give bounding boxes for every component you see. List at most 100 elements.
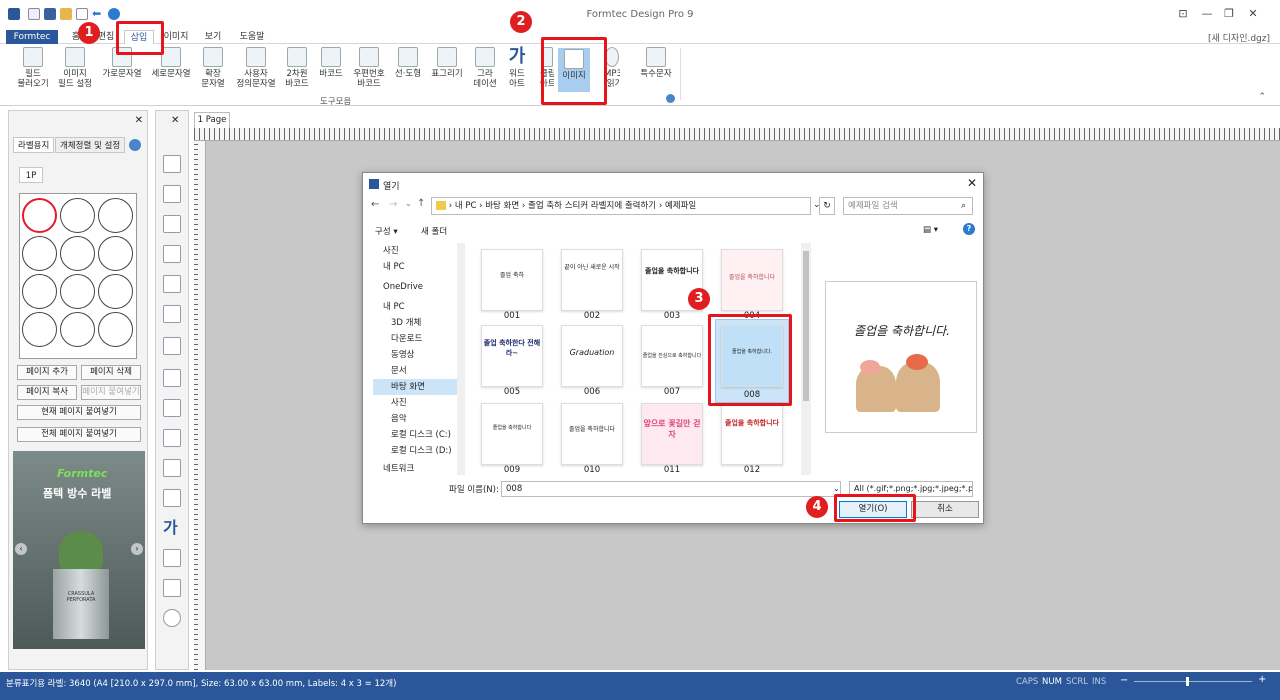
panel-next-icon[interactable]	[129, 139, 141, 151]
filename-dropdown-icon[interactable]: ⌄	[833, 484, 840, 493]
delete-page-button[interactable]: 페이지 삭제	[81, 365, 141, 380]
organize-button[interactable]: 구성 ▾	[375, 225, 398, 237]
label-circle[interactable]	[98, 312, 133, 347]
special-char-button[interactable]: 특수문자	[638, 46, 674, 94]
file-item-002[interactable]: 끝이 아닌 새로운 시작 002	[561, 249, 623, 321]
label-circle[interactable]	[98, 198, 133, 233]
tree-item-pictures-pinned[interactable]: 사진	[373, 243, 465, 259]
tab-page-1p[interactable]: 1P	[19, 167, 43, 183]
breadcrumb-this-pc[interactable]: 내 PC	[455, 201, 477, 211]
next-slide-icon[interactable]: ›	[131, 543, 143, 555]
tree-item-desktop[interactable]: 바탕 화면	[373, 379, 465, 395]
custom-text-button[interactable]: 사용자 정의문자열	[232, 46, 280, 94]
back-icon[interactable]: ←	[371, 199, 379, 210]
new-folder-button[interactable]: 새 폴더	[421, 225, 447, 237]
breadcrumb-folder[interactable]: 졸업 축하 스티커 라벨지에 출력하기	[528, 201, 656, 211]
tree-item-onedrive[interactable]: OneDrive	[373, 279, 465, 295]
zoom-slider-thumb[interactable]	[1186, 677, 1189, 686]
breadcrumb-example[interactable]: 예제파일	[665, 201, 696, 211]
tool-text-icon[interactable]	[163, 215, 181, 233]
tool-image-icon[interactable]	[163, 579, 181, 597]
tree-item-3d[interactable]: 3D 개체	[373, 315, 465, 331]
restore-button[interactable]: ❐	[1220, 6, 1238, 22]
search-input[interactable]: 예제파일 검색	[843, 197, 973, 215]
paste-all-pages-button[interactable]: 전체 페이지 붙여넣기	[17, 427, 141, 442]
recent-chevron-icon[interactable]: ⌄	[405, 199, 412, 208]
file-item-011[interactable]: 앞으로 꽃길만 걷자 011	[641, 403, 703, 475]
tool-table-icon[interactable]	[163, 459, 181, 477]
minimize-button[interactable]: —	[1198, 6, 1216, 22]
tool-clip-art-icon[interactable]	[163, 549, 181, 567]
paste-current-page-button[interactable]: 현재 페이지 붙여넣기	[17, 405, 141, 420]
file-item-004[interactable]: 졸업을 축하합니다 004	[721, 249, 783, 321]
cancel-button[interactable]: 취소	[911, 501, 979, 518]
tab-image[interactable]: 이미지	[160, 30, 192, 44]
table-button[interactable]: 표그리기	[428, 46, 466, 94]
dialog-close-button[interactable]: ✕	[967, 176, 977, 190]
tool-postal-barcode-icon[interactable]	[163, 399, 181, 417]
label-circle[interactable]	[60, 236, 95, 271]
ribbon-toggle-icon[interactable]: ⊡	[1174, 6, 1192, 22]
label-circle[interactable]	[22, 274, 57, 309]
barcode-button[interactable]: 바코드	[316, 46, 346, 94]
tool-mp3-icon[interactable]	[163, 609, 181, 627]
tree-item-this-pc-pinned[interactable]: 내 PC	[373, 259, 465, 275]
tool-image-field-icon[interactable]	[163, 185, 181, 203]
label-circle[interactable]	[22, 236, 57, 271]
file-item-009[interactable]: 졸업을 축하합니다 009	[481, 403, 543, 475]
tree-item-disk-c[interactable]: 로컬 디스크 (C:)	[373, 427, 465, 443]
tab-label-paper[interactable]: 라벨용지	[13, 137, 55, 153]
tree-item-videos[interactable]: 동영상	[373, 347, 465, 363]
file-item-005[interactable]: 졸업 축하한다 전해라~ 005	[481, 325, 543, 397]
zoom-in-icon[interactable]: +	[1258, 674, 1266, 685]
paste-page-button[interactable]: 페이지 붙여넣기	[81, 385, 141, 400]
file-item-003[interactable]: 졸업을 축하합니다 003	[641, 249, 703, 321]
file-item-001[interactable]: 졸업 축하 001	[481, 249, 543, 321]
tool-barcode-icon[interactable]	[163, 369, 181, 387]
file-item-010[interactable]: 졸업을 축하합니다 010	[561, 403, 623, 475]
zoom-out-icon[interactable]: −	[1120, 675, 1128, 686]
file-item-006[interactable]: Graduation 006	[561, 325, 623, 397]
label-circle[interactable]	[98, 274, 133, 309]
tab-formtec[interactable]: Formtec	[6, 30, 58, 44]
file-item-012[interactable]: 졸업을 축하합니다 012	[721, 403, 783, 475]
tree-item-documents[interactable]: 문서	[373, 363, 465, 379]
zoom-slider[interactable]	[1134, 681, 1252, 682]
collapse-ribbon-icon[interactable]: ⌃	[1258, 92, 1266, 102]
panel-close-icon[interactable]: ✕	[135, 115, 143, 126]
tree-item-network[interactable]: 네트워크	[373, 461, 465, 477]
label-circle[interactable]	[98, 236, 133, 271]
image-field-button[interactable]: 이미지 필드 설정	[54, 46, 96, 94]
copy-page-button[interactable]: 페이지 복사	[17, 385, 77, 400]
page-tab[interactable]: 1 Page	[194, 112, 230, 128]
up-icon[interactable]: ↑	[417, 198, 425, 209]
postal-barcode-button[interactable]: 우편번호 바코드	[348, 46, 390, 94]
label-circle[interactable]	[60, 312, 95, 347]
tree-scrollbar[interactable]	[457, 243, 465, 475]
gradation-button[interactable]: 그라 데이션	[470, 46, 500, 94]
label-circle[interactable]	[22, 312, 57, 347]
tree-item-this-pc[interactable]: 내 PC	[373, 299, 465, 315]
tree-item-music[interactable]: 음악	[373, 411, 465, 427]
filename-input[interactable]: 008	[501, 481, 841, 497]
tool-vertical-text-icon[interactable]	[163, 245, 181, 263]
tab-object-align[interactable]: 개체정렬 및 설정	[55, 137, 126, 153]
label-sheet-preview[interactable]	[19, 193, 137, 359]
tool-shape-icon[interactable]	[163, 429, 181, 447]
address-bar[interactable]: › 내 PC › 바탕 화면 › 졸업 축하 스티커 라벨지에 출력하기 › 예…	[431, 197, 811, 215]
field-load-button[interactable]: 필드 불러오기	[14, 46, 52, 94]
label-circle[interactable]	[22, 198, 57, 233]
tool-word-art-icon[interactable]: 가	[163, 519, 181, 537]
close-button[interactable]: ✕	[1244, 6, 1262, 22]
prev-slide-icon[interactable]: ‹	[15, 543, 27, 555]
tool-extended-text-icon[interactable]	[163, 275, 181, 293]
tab-help[interactable]: 도움말	[234, 30, 270, 44]
tab-view[interactable]: 보기	[200, 30, 226, 44]
breadcrumb-desktop[interactable]: 바탕 화면	[485, 201, 519, 211]
tool-field-icon[interactable]	[163, 155, 181, 173]
refresh-icon[interactable]: ↻	[819, 197, 835, 215]
tree-item-disk-d[interactable]: 로컬 디스크 (D:)	[373, 443, 465, 459]
qr-barcode-button[interactable]: 2차원 바코드	[282, 46, 312, 94]
scrollbar-thumb[interactable]	[803, 251, 809, 401]
tool-gradation-icon[interactable]	[163, 489, 181, 507]
